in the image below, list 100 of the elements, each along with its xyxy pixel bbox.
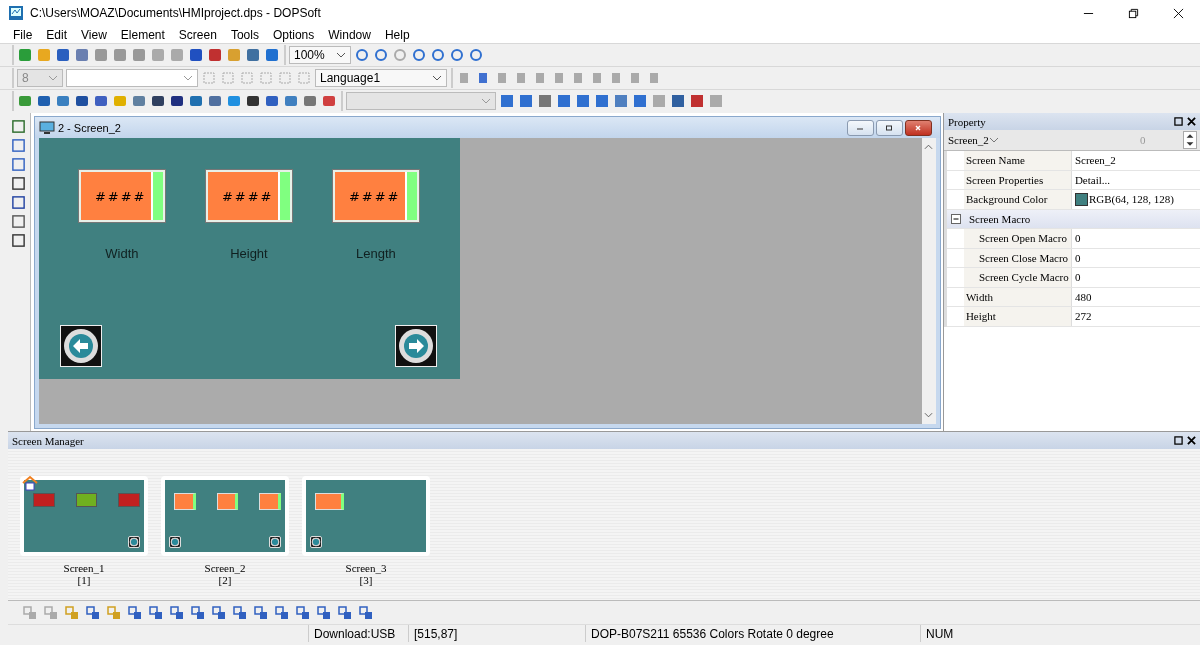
layout-tool-icon[interactable]: [232, 604, 248, 621]
toolbar-square-icon[interactable]: [150, 93, 166, 109]
chevron-icon: [183, 75, 193, 81]
menu-item[interactable]: Help: [377, 27, 417, 42]
display-label: Width: [105, 246, 139, 261]
mini-nav-button: [128, 536, 140, 548]
restore-icon[interactable]: [1128, 7, 1139, 19]
menu-item[interactable]: Element: [113, 27, 172, 42]
property-value[interactable]: Detail...: [1074, 173, 1111, 186]
toolbar-square-icon[interactable]: [670, 93, 686, 109]
menu-item[interactable]: Options: [265, 27, 322, 42]
layout-tool-icon[interactable]: [253, 604, 269, 621]
property-value[interactable]: 0: [1074, 251, 1081, 264]
maximize-icon[interactable]: [1174, 117, 1183, 126]
property-value[interactable]: 0: [1074, 232, 1081, 245]
screen-number: [1]: [77, 574, 91, 586]
property-value[interactable]: 272: [1074, 310, 1092, 323]
toolbar-square-icon[interactable]: [245, 93, 261, 109]
layout-tool-icon[interactable]: [190, 604, 206, 621]
tool-square-icon[interactable]: [11, 157, 27, 172]
mini-display: [216, 493, 239, 510]
property-value[interactable]: Screen_2: [1074, 154, 1116, 167]
screen-number: [3]: [359, 574, 373, 586]
layout-tool-icon[interactable]: [274, 604, 290, 621]
property-value[interactable]: RGB(64, 128, 128): [1088, 193, 1174, 206]
layout-tool-icon[interactable]: [148, 604, 164, 621]
menu-item[interactable]: Window: [321, 27, 378, 42]
toolbar-square-icon[interactable]: [55, 47, 71, 63]
collapse-toggle[interactable]: [950, 213, 961, 224]
toolbar-square-icon[interactable]: [74, 93, 90, 109]
property-value[interactable]: 480: [1074, 290, 1092, 303]
maximize-icon[interactable]: [1174, 436, 1183, 445]
minimize-button[interactable]: [846, 119, 874, 136]
menu-item[interactable]: File: [6, 27, 40, 42]
screen-thumbnail[interactable]: [20, 476, 148, 556]
panel-title: Property: [947, 115, 986, 128]
scroll-up-icon[interactable]: [924, 144, 934, 150]
zoom-dropdown[interactable]: 100%: [289, 46, 351, 64]
layout-tool-icon[interactable]: [295, 604, 311, 621]
toolbar-square-icon[interactable]: [207, 47, 223, 63]
toolbar-circle-icon[interactable]: [449, 47, 465, 63]
toolbar-circle-icon[interactable]: [411, 47, 427, 63]
menu-item[interactable]: Tools: [223, 27, 266, 42]
right-arrow-button[interactable]: [394, 325, 437, 367]
layout-tool-icon[interactable]: [337, 604, 353, 621]
tool-square-icon[interactable]: [11, 138, 27, 153]
tool-square-icon[interactable]: [11, 233, 27, 248]
status-text: NUM: [920, 625, 980, 642]
toolbar-square-icon[interactable]: [689, 93, 705, 109]
vertical-scrollbar[interactable]: [921, 138, 936, 424]
screen-thumbnail[interactable]: [302, 476, 430, 556]
chevron-icon: [48, 75, 58, 81]
menu-item[interactable]: Screen: [171, 27, 224, 42]
property-value[interactable]: 0: [1074, 271, 1081, 284]
window-title: C:\Users\MOAZ\Documents\HMIproject.dps - DOPSoft: [30, 6, 321, 20]
toolbar-circle-icon[interactable]: [430, 47, 446, 63]
scroll-down-icon[interactable]: [924, 412, 934, 418]
toolbar-circle-icon[interactable]: [468, 47, 484, 63]
toolbar-square-icon[interactable]: [188, 47, 204, 63]
layout-tool-icon[interactable]: [211, 604, 227, 621]
mini-nav-button: [169, 536, 181, 548]
screen-thumbnail[interactable]: [161, 476, 289, 556]
language-dropdown[interactable]: Language1: [315, 69, 447, 87]
mini-display: [259, 493, 281, 510]
maximize-button[interactable]: [875, 119, 903, 136]
toolbar-square-icon[interactable]: [169, 93, 185, 109]
monitor-icon: [38, 120, 55, 135]
toolbar-square-icon[interactable]: [36, 93, 52, 109]
layout-tool-icon[interactable]: [358, 604, 374, 621]
document-title: 2 - Screen_2: [57, 121, 121, 134]
numeric-display[interactable]: ####: [205, 170, 292, 222]
tool-square-icon[interactable]: [11, 214, 27, 229]
layout-tool-icon[interactable]: [169, 604, 185, 621]
toolbar-circle-icon[interactable]: [373, 47, 389, 63]
close-button[interactable]: [904, 119, 932, 136]
close-icon[interactable]: [1173, 7, 1184, 19]
tool-square-icon[interactable]: [11, 176, 27, 191]
display-label: Length: [356, 246, 396, 261]
display-label: Height: [230, 246, 268, 261]
status-text: Download:USB: [308, 625, 408, 642]
close-icon[interactable]: [1187, 436, 1196, 445]
toolbar-square-icon[interactable]: [264, 93, 280, 109]
object-dropdown[interactable]: Screen_2: [943, 134, 1136, 146]
property-group[interactable]: Screen Macro: [968, 212, 1031, 225]
tool-square-icon[interactable]: [11, 119, 27, 134]
property-name: Height: [963, 307, 1072, 326]
toolbar-circle-icon[interactable]: [354, 47, 370, 63]
screen-name: Screen_2: [204, 562, 246, 574]
close-icon[interactable]: [1187, 117, 1196, 126]
toolbar-square-icon[interactable]: [93, 93, 109, 109]
property-name: Screen Open Macro: [963, 229, 1072, 248]
menu-item[interactable]: Edit: [39, 27, 75, 42]
numeric-display[interactable]: ####: [332, 170, 419, 222]
layout-tool-icon[interactable]: [85, 604, 101, 621]
tool-square-icon[interactable]: [11, 195, 27, 210]
layout-tool-icon[interactable]: [127, 604, 143, 621]
numeric-display[interactable]: ####: [78, 170, 165, 222]
layout-tool-icon[interactable]: [316, 604, 332, 621]
menu-item[interactable]: View: [74, 27, 114, 42]
left-arrow-button[interactable]: [59, 325, 102, 367]
